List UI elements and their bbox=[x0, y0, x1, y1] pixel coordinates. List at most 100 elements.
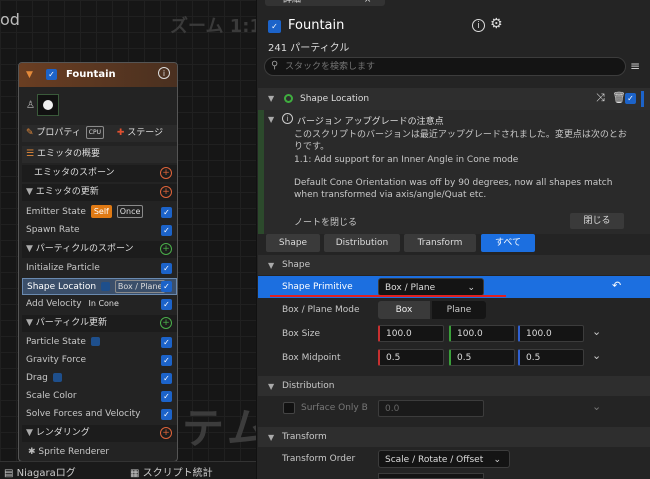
module-solve-forces[interactable]: Solve Forces and Velocity bbox=[22, 406, 177, 423]
module-sprite-renderer[interactable]: ✱ Sprite Renderer bbox=[22, 444, 177, 461]
scale-color-checkbox[interactable] bbox=[161, 391, 172, 402]
emitter-state-label: Emitter State bbox=[26, 207, 86, 217]
drag-checkbox[interactable] bbox=[161, 373, 172, 384]
details-emitter-checkbox[interactable] bbox=[268, 20, 281, 33]
stack-search-box[interactable]: ⚲ bbox=[264, 57, 626, 76]
collapse-icon[interactable]: ▼ bbox=[26, 244, 33, 254]
tab-shape[interactable]: Shape bbox=[266, 234, 320, 252]
module-scale-color[interactable]: Scale Color bbox=[22, 388, 177, 405]
module-emitter-state[interactable]: Emitter State Self Once bbox=[22, 204, 177, 221]
particle-update-label: パーティクル更新 bbox=[35, 318, 107, 328]
particle-count: 241 パーティクル bbox=[268, 43, 350, 54]
particle-spawn-section[interactable]: ▼ パーティクルのスポーン bbox=[22, 241, 177, 258]
surface-only-checkbox[interactable] bbox=[283, 402, 295, 414]
box-midpoint-y[interactable]: 0.5 bbox=[449, 349, 515, 366]
zoom-label: ズーム 1:1 bbox=[170, 16, 262, 37]
surface-only-label: Surface Only B bbox=[301, 403, 368, 413]
initialize-particle-checkbox[interactable] bbox=[161, 263, 172, 274]
module-add-velocity[interactable]: Add Velocity In Cone bbox=[22, 296, 177, 313]
graph-left-label: od bbox=[0, 10, 20, 29]
collapse-icon[interactable]: ▼ bbox=[26, 428, 33, 438]
gravity-force-checkbox[interactable] bbox=[161, 355, 172, 366]
reset-arrow-icon[interactable]: ↶ bbox=[612, 279, 621, 292]
transform-order-label: Transform Order bbox=[282, 454, 356, 464]
mode-plane-button[interactable]: Plane bbox=[432, 301, 486, 319]
node-overview-row[interactable]: ☰ エミッタの概要 bbox=[22, 146, 177, 163]
spawn-rate-checkbox[interactable] bbox=[161, 225, 172, 236]
settings-gear-icon[interactable]: ⚙ bbox=[490, 16, 503, 32]
particle-state-checkbox[interactable] bbox=[161, 337, 172, 348]
add-renderer-icon[interactable]: + bbox=[160, 427, 172, 439]
tab-transform[interactable]: Transform bbox=[404, 234, 476, 252]
chevron-down-icon: ⌄ bbox=[493, 455, 501, 465]
module-color-bar bbox=[641, 91, 644, 107]
filter-icon[interactable]: ≡ bbox=[630, 59, 640, 73]
render-label: レンダリング bbox=[35, 428, 90, 438]
module-drag[interactable]: Drag bbox=[22, 370, 177, 387]
solve-forces-checkbox[interactable] bbox=[161, 409, 172, 420]
distribution-section-header[interactable]: Distribution bbox=[258, 376, 650, 396]
module-initialize-particle[interactable]: Initialize Particle bbox=[22, 260, 177, 277]
module-enable-checkbox[interactable] bbox=[625, 93, 636, 104]
box-midpoint-x[interactable]: 0.5 bbox=[378, 349, 444, 366]
box-size-expand-icon[interactable]: ⌄ bbox=[592, 325, 601, 338]
box-size-x[interactable]: 100.0 bbox=[378, 325, 444, 342]
node-props-row[interactable]: ✎ プロパティ CPU ✚ ステージ bbox=[22, 125, 177, 142]
stats-icon: ▦ bbox=[130, 468, 140, 479]
notice-title: バージョン アップグレードの注意点 bbox=[297, 117, 444, 127]
collapse-icon[interactable]: ▼ bbox=[26, 187, 33, 197]
emitter-state-checkbox[interactable] bbox=[161, 207, 172, 218]
emitter-update-section[interactable]: ▼ エミッタの更新 bbox=[22, 184, 177, 201]
add-particle-update-icon[interactable]: + bbox=[160, 317, 172, 329]
emitter-enable-checkbox[interactable] bbox=[46, 69, 57, 80]
shuffle-icon[interactable]: ⤨ bbox=[596, 91, 605, 105]
particle-update-section[interactable]: ▼ パーティクル更新 bbox=[22, 315, 177, 332]
surface-only-expand-icon[interactable]: ⌄ bbox=[592, 400, 601, 413]
add-stage-icon[interactable]: ✚ bbox=[117, 128, 125, 138]
tab-distribution[interactable]: Distribution bbox=[324, 234, 400, 252]
info-icon[interactable]: i bbox=[158, 67, 170, 79]
box-size-z[interactable]: 100.0 bbox=[518, 325, 584, 342]
transform-section-header[interactable]: Transform bbox=[258, 427, 650, 447]
box-plane-badge: Box / Plane bbox=[114, 280, 166, 293]
collapse-arrow-icon[interactable]: ▼ bbox=[26, 70, 33, 80]
shape-primitive-dropdown[interactable]: Box / Plane ⌄ bbox=[378, 278, 484, 296]
transform-collapse-icon[interactable]: ▼ bbox=[268, 433, 274, 442]
details-info-icon[interactable]: i bbox=[472, 19, 485, 32]
module-gravity-force[interactable]: Gravity Force bbox=[22, 352, 177, 369]
shape-section-collapse-icon[interactable]: ▼ bbox=[268, 261, 274, 270]
add-velocity-label: Add Velocity bbox=[26, 299, 82, 309]
add-velocity-checkbox[interactable] bbox=[161, 299, 172, 310]
add-emitter-spawn-icon[interactable]: + bbox=[160, 167, 172, 179]
close-note-button[interactable]: 閉じる bbox=[570, 213, 624, 229]
close-tab-icon[interactable]: × bbox=[364, 0, 372, 5]
box-midpoint-expand-icon[interactable]: ⌄ bbox=[592, 349, 601, 362]
collapse-icon[interactable]: ▼ bbox=[26, 318, 33, 328]
script-stats-tab[interactable]: ▦ スクリプト統計 bbox=[130, 464, 213, 479]
tab-all[interactable]: すべて bbox=[481, 234, 535, 252]
details-tab-label: 詳細 bbox=[283, 0, 302, 5]
render-section[interactable]: ▼ レンダリング bbox=[22, 425, 177, 442]
shape-section-header[interactable]: Shape bbox=[258, 255, 650, 275]
module-particle-state[interactable]: Particle State bbox=[22, 334, 177, 351]
emitter-thumbnail[interactable] bbox=[37, 94, 59, 116]
module-shape-location[interactable]: Shape Location Box / Plane bbox=[22, 278, 177, 295]
module-collapse-icon[interactable]: ▼ bbox=[268, 94, 274, 103]
delete-icon[interactable]: 🗑 bbox=[612, 91, 626, 104]
box-size-y[interactable]: 100.0 bbox=[449, 325, 515, 342]
mode-box-button[interactable]: Box bbox=[378, 301, 430, 319]
stack-search-input[interactable] bbox=[285, 59, 615, 74]
stage-label[interactable]: ステージ bbox=[127, 128, 163, 138]
transform-order-dropdown[interactable]: Scale / Rotate / Offset ⌄ bbox=[378, 450, 510, 468]
distribution-collapse-icon[interactable]: ▼ bbox=[268, 382, 274, 391]
details-tab[interactable]: 詳細 × bbox=[265, 0, 385, 6]
add-particle-spawn-icon[interactable]: + bbox=[160, 243, 172, 255]
surface-only-value[interactable]: 0.0 bbox=[378, 400, 484, 417]
box-midpoint-z[interactable]: 0.5 bbox=[518, 349, 584, 366]
notice-collapse-icon[interactable]: ▼ bbox=[268, 115, 274, 124]
add-emitter-update-icon[interactable]: + bbox=[160, 186, 172, 198]
emitter-spawn-section[interactable]: エミッタのスポーン bbox=[22, 165, 177, 182]
module-spawn-rate[interactable]: Spawn Rate bbox=[22, 222, 177, 239]
niagara-log-tab[interactable]: ▤ Niagaraログ bbox=[4, 464, 76, 479]
shape-location-checkbox[interactable] bbox=[161, 281, 172, 292]
